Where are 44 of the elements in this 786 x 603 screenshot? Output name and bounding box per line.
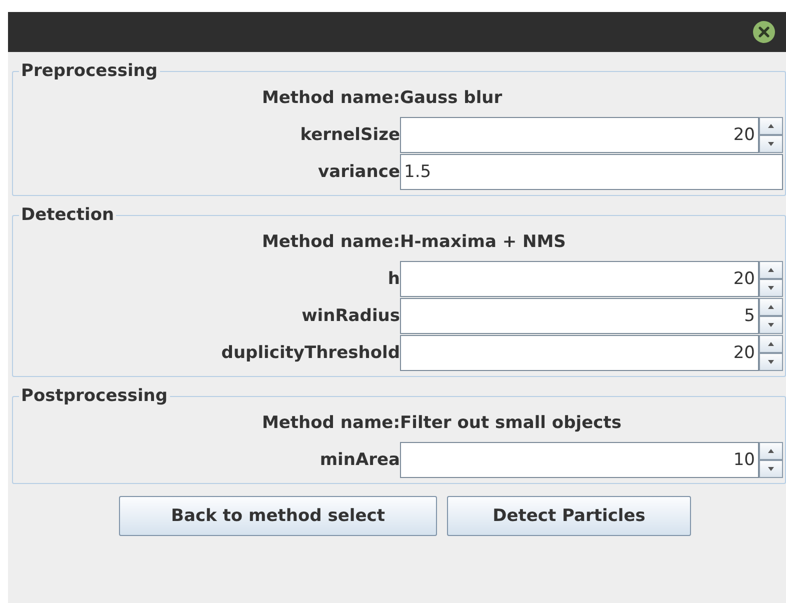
- spin-down-button[interactable]: [759, 353, 783, 371]
- action-button[interactable]: Detect Particles: [447, 496, 691, 536]
- caret-down-icon: [768, 323, 774, 327]
- caret-down-icon: [768, 286, 774, 290]
- spin-up-button[interactable]: [759, 298, 783, 316]
- parameter-label: kernelSize: [299, 125, 400, 145]
- number-field[interactable]: 20: [400, 261, 759, 297]
- parameter-label: h: [386, 269, 400, 289]
- section-title: Postprocessing: [20, 387, 169, 405]
- number-field[interactable]: 10: [400, 442, 759, 478]
- spin-down-button[interactable]: [759, 279, 783, 297]
- parameter-label: duplicityThreshold: [220, 343, 400, 363]
- action-button[interactable]: Back to method select: [119, 496, 437, 536]
- caret-up-icon: [768, 342, 774, 346]
- caret-down-icon: [768, 360, 774, 364]
- method-name: H-maxima + NMS: [400, 231, 567, 254]
- spin-up-button[interactable]: [759, 335, 783, 353]
- method-label: Method name:: [260, 413, 400, 433]
- caret-down-icon: [768, 142, 774, 146]
- caret-up-icon: [768, 268, 774, 272]
- close-icon[interactable]: [752, 20, 776, 44]
- caret-up-icon: [768, 124, 774, 128]
- caret-up-icon: [768, 305, 774, 309]
- spin-down-button[interactable]: [759, 460, 783, 478]
- method-label: Method name:: [260, 88, 400, 108]
- parameter-label: variance: [317, 162, 400, 182]
- section-title: Detection: [20, 206, 116, 224]
- method-name: Filter out small objects: [400, 412, 622, 435]
- caret-up-icon: [768, 449, 774, 453]
- number-field[interactable]: 5: [400, 298, 759, 334]
- parameter-label: winRadius: [300, 306, 400, 326]
- number-field[interactable]: 20: [400, 117, 759, 153]
- spin-up-button[interactable]: [759, 117, 783, 135]
- section-title: Preprocessing: [20, 62, 159, 80]
- spin-up-button[interactable]: [759, 442, 783, 460]
- number-field[interactable]: 20: [400, 335, 759, 371]
- method-name: Gauss blur: [400, 87, 504, 110]
- spin-down-button[interactable]: [759, 135, 783, 153]
- spin-up-button[interactable]: [759, 261, 783, 279]
- method-label: Method name:: [260, 232, 400, 252]
- text-field[interactable]: 1.5: [400, 154, 783, 190]
- parameter-label: minArea: [318, 450, 400, 470]
- caret-down-icon: [768, 467, 774, 471]
- spin-down-button[interactable]: [759, 316, 783, 334]
